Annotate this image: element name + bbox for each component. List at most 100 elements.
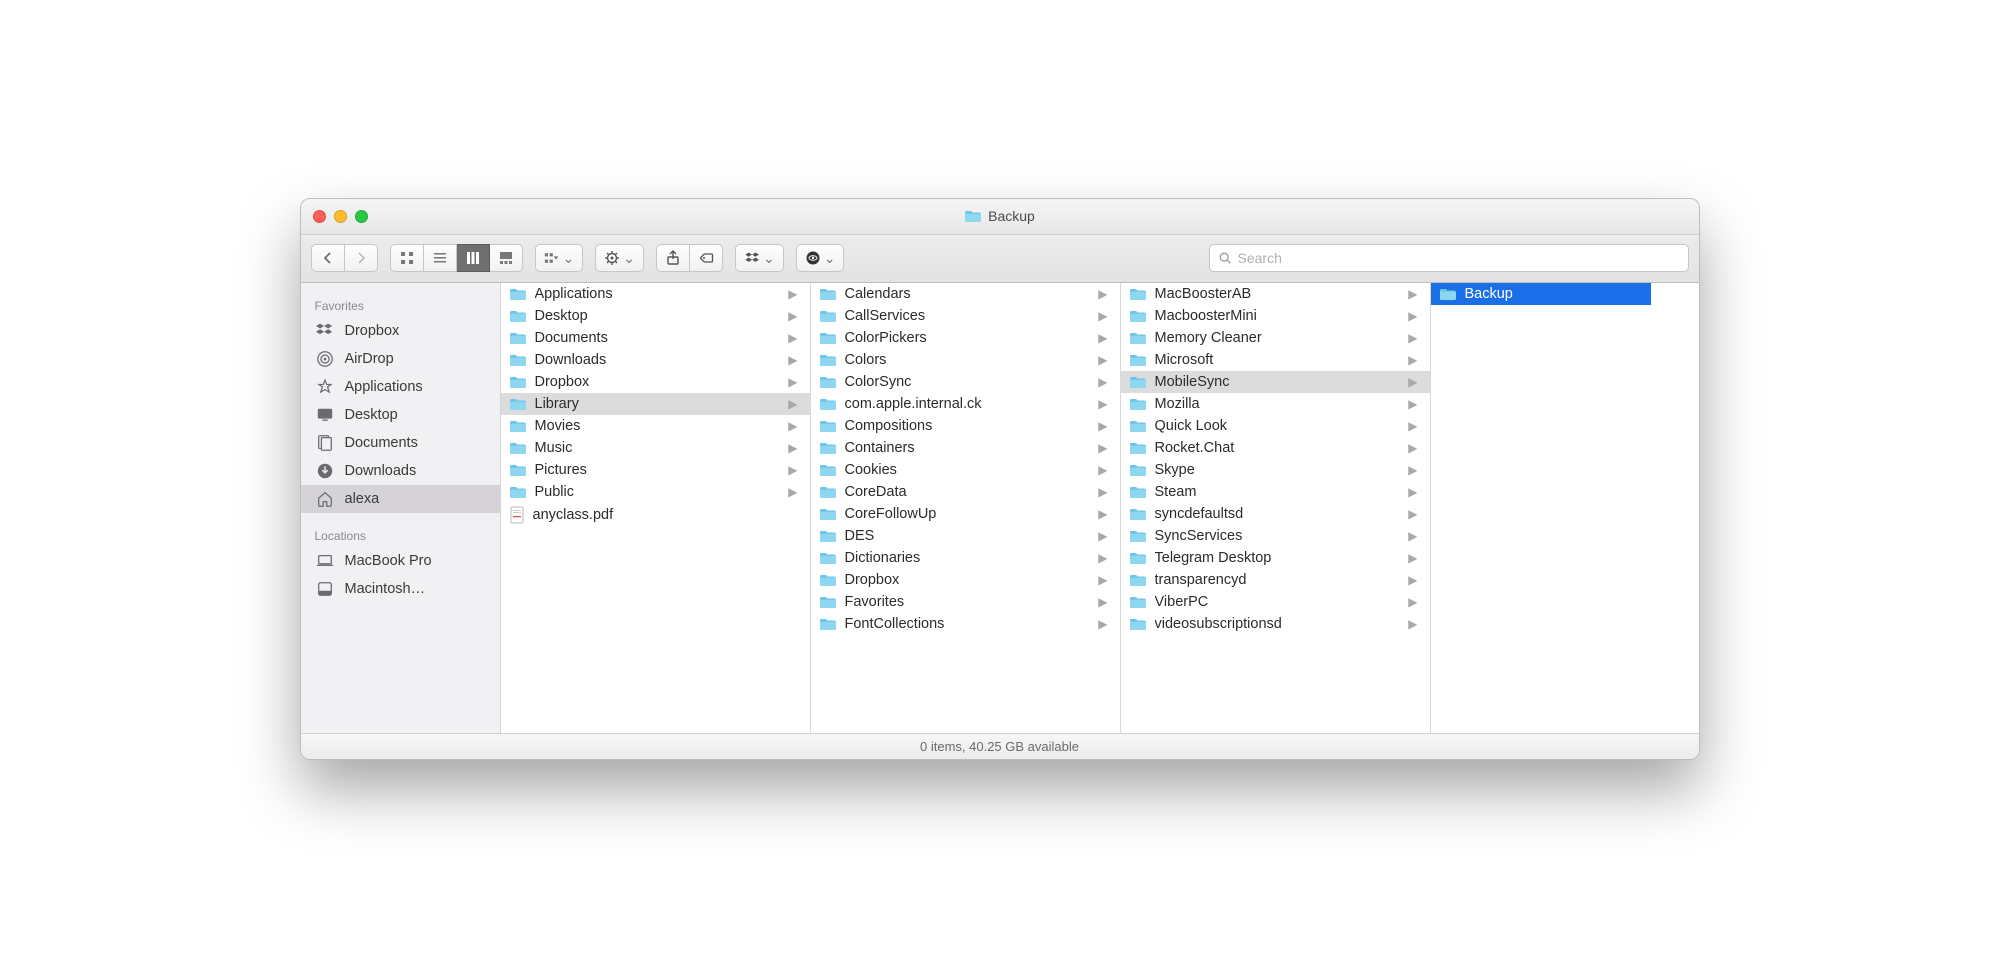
action-button[interactable]: ⌄ bbox=[595, 244, 644, 272]
file-row[interactable]: Desktop▶ bbox=[501, 305, 810, 327]
folder-icon bbox=[509, 287, 527, 301]
share-button[interactable] bbox=[656, 244, 690, 272]
gallery-view-button[interactable] bbox=[490, 244, 523, 272]
file-row[interactable]: Pictures▶ bbox=[501, 459, 810, 481]
column-0[interactable]: Applications▶Desktop▶Documents▶Downloads… bbox=[501, 283, 811, 733]
file-row[interactable]: Rocket.Chat▶ bbox=[1121, 437, 1430, 459]
forward-button[interactable] bbox=[345, 244, 378, 272]
file-row[interactable]: MacboosterMini▶ bbox=[1121, 305, 1430, 327]
file-label: CallServices bbox=[845, 308, 1091, 324]
sidebar-item-macbook-pro[interactable]: MacBook Pro bbox=[301, 547, 500, 575]
back-button[interactable] bbox=[311, 244, 345, 272]
dropbox-button[interactable]: ⌄ bbox=[735, 244, 784, 272]
privacy-button[interactable]: ⌄ bbox=[796, 244, 845, 272]
file-row[interactable]: syncdefaultsd▶ bbox=[1121, 503, 1430, 525]
file-row[interactable]: Telegram Desktop▶ bbox=[1121, 547, 1430, 569]
file-label: Desktop bbox=[535, 308, 781, 324]
file-row[interactable]: Backup bbox=[1431, 283, 1651, 305]
fullscreen-button[interactable] bbox=[355, 210, 368, 223]
chevron-right-icon: ▶ bbox=[788, 485, 801, 499]
file-row[interactable]: Calendars▶ bbox=[811, 283, 1120, 305]
file-row[interactable]: Compositions▶ bbox=[811, 415, 1120, 437]
file-row[interactable]: SyncServices▶ bbox=[1121, 525, 1430, 547]
file-row[interactable]: Library▶ bbox=[501, 393, 810, 415]
tags-button[interactable] bbox=[690, 244, 723, 272]
file-row[interactable]: MobileSync▶ bbox=[1121, 371, 1430, 393]
search-input[interactable] bbox=[1238, 250, 1680, 266]
file-row[interactable]: Mozilla▶ bbox=[1121, 393, 1430, 415]
file-row[interactable]: videosubscriptionsd▶ bbox=[1121, 613, 1430, 635]
file-row[interactable]: CoreData▶ bbox=[811, 481, 1120, 503]
file-label: MobileSync bbox=[1155, 374, 1401, 390]
file-label: Dropbox bbox=[535, 374, 781, 390]
sidebar-item-airdrop[interactable]: AirDrop bbox=[301, 345, 500, 373]
file-label: ColorPickers bbox=[845, 330, 1091, 346]
sidebar-item-dropbox[interactable]: Dropbox bbox=[301, 317, 500, 345]
column-view-button[interactable] bbox=[457, 244, 490, 272]
file-row[interactable]: Cookies▶ bbox=[811, 459, 1120, 481]
minimize-button[interactable] bbox=[334, 210, 347, 223]
file-row[interactable]: Documents▶ bbox=[501, 327, 810, 349]
column-3[interactable]: Backup bbox=[1431, 283, 1651, 733]
file-row[interactable]: Quick Look▶ bbox=[1121, 415, 1430, 437]
column-2[interactable]: MacBoosterAB▶MacboosterMini▶Memory Clean… bbox=[1121, 283, 1431, 733]
chevron-right-icon: ▶ bbox=[1408, 397, 1421, 411]
list-view-button[interactable] bbox=[424, 244, 457, 272]
file-row[interactable]: anyclass.pdf bbox=[501, 503, 810, 527]
file-row[interactable]: Applications▶ bbox=[501, 283, 810, 305]
file-label: Backup bbox=[1465, 286, 1643, 302]
file-row[interactable]: Music▶ bbox=[501, 437, 810, 459]
search-field[interactable] bbox=[1209, 244, 1689, 272]
file-label: ColorSync bbox=[845, 374, 1091, 390]
file-row[interactable]: MacBoosterAB▶ bbox=[1121, 283, 1430, 305]
chevron-right-icon: ▶ bbox=[788, 375, 801, 389]
sidebar-item-documents[interactable]: Documents bbox=[301, 429, 500, 457]
file-row[interactable]: Skype▶ bbox=[1121, 459, 1430, 481]
file-row[interactable]: DES▶ bbox=[811, 525, 1120, 547]
file-label: Containers bbox=[845, 440, 1091, 456]
arrange-button[interactable]: ⌄ bbox=[535, 244, 584, 272]
file-row[interactable]: Dictionaries▶ bbox=[811, 547, 1120, 569]
file-row[interactable]: Public▶ bbox=[501, 481, 810, 503]
file-row[interactable]: FontCollections▶ bbox=[811, 613, 1120, 635]
folder-icon bbox=[819, 595, 837, 609]
file-row[interactable]: Dropbox▶ bbox=[811, 569, 1120, 591]
chevron-right-icon: ▶ bbox=[1408, 353, 1421, 367]
file-label: Downloads bbox=[535, 352, 781, 368]
folder-icon bbox=[509, 331, 527, 345]
folder-icon bbox=[1129, 397, 1147, 411]
file-row[interactable]: transparencyd▶ bbox=[1121, 569, 1430, 591]
sidebar-item-applications[interactable]: Applications bbox=[301, 373, 500, 401]
close-button[interactable] bbox=[313, 210, 326, 223]
file-row[interactable]: Movies▶ bbox=[501, 415, 810, 437]
file-row[interactable]: Memory Cleaner▶ bbox=[1121, 327, 1430, 349]
chevron-right-icon: ▶ bbox=[1098, 353, 1111, 367]
file-label: Dictionaries bbox=[845, 550, 1091, 566]
file-row[interactable]: ViberPC▶ bbox=[1121, 591, 1430, 613]
file-row[interactable]: Dropbox ▶ bbox=[501, 371, 810, 393]
file-label: transparencyd bbox=[1155, 572, 1401, 588]
file-row[interactable]: Downloads▶ bbox=[501, 349, 810, 371]
file-row[interactable]: Favorites▶ bbox=[811, 591, 1120, 613]
sidebar-item-downloads[interactable]: Downloads bbox=[301, 457, 500, 485]
file-row[interactable]: ColorSync▶ bbox=[811, 371, 1120, 393]
chevron-right-icon: ▶ bbox=[788, 287, 801, 301]
file-row[interactable]: Microsoft▶ bbox=[1121, 349, 1430, 371]
file-label: Music bbox=[535, 440, 781, 456]
sidebar-item-alexa[interactable]: alexa bbox=[301, 485, 500, 513]
sidebar-item-desktop[interactable]: Desktop bbox=[301, 401, 500, 429]
file-row[interactable]: Steam▶ bbox=[1121, 481, 1430, 503]
folder-icon bbox=[1129, 551, 1147, 565]
folder-icon bbox=[509, 375, 527, 389]
file-row[interactable]: Containers▶ bbox=[811, 437, 1120, 459]
folder-icon bbox=[819, 397, 837, 411]
icon-view-button[interactable] bbox=[390, 244, 424, 272]
column-1[interactable]: Calendars▶CallServices▶ColorPickers▶Colo… bbox=[811, 283, 1121, 733]
file-row[interactable]: Colors▶ bbox=[811, 349, 1120, 371]
sidebar-item-label: AirDrop bbox=[345, 351, 394, 367]
file-row[interactable]: ColorPickers▶ bbox=[811, 327, 1120, 349]
file-row[interactable]: CallServices▶ bbox=[811, 305, 1120, 327]
sidebar-item-macintosh-[interactable]: Macintosh… bbox=[301, 575, 500, 603]
file-row[interactable]: com.apple.internal.ck▶ bbox=[811, 393, 1120, 415]
file-row[interactable]: CoreFollowUp▶ bbox=[811, 503, 1120, 525]
